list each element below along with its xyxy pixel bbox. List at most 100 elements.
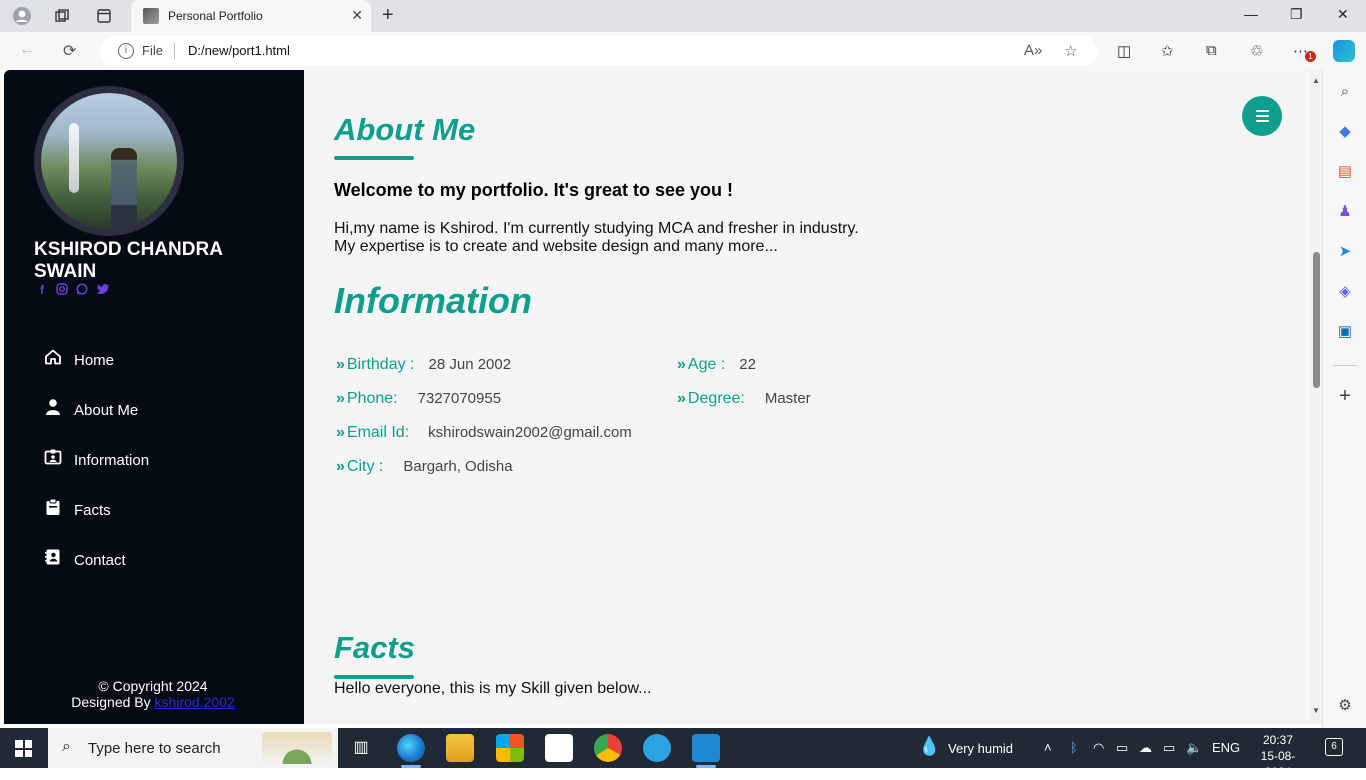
instagram-icon[interactable] — [56, 283, 68, 298]
weather-drop-icon[interactable]: 💧 — [918, 736, 940, 757]
games-icon[interactable]: ♟ — [1335, 202, 1355, 222]
whatsapp-icon[interactable] — [76, 283, 88, 298]
info-row-degree: » Degree: Master — [677, 390, 811, 408]
address-bar[interactable]: i File D:/new/port1.html A» ☆ — [100, 36, 1097, 66]
info-value-degree: Master — [764, 390, 811, 407]
notification-center-icon[interactable]: 6 — [1325, 738, 1343, 756]
windows-start-icon[interactable] — [15, 740, 32, 757]
favorite-star-icon[interactable]: ☆ — [1064, 42, 1077, 60]
intro-line-2: My expertise is to create and website de… — [334, 238, 778, 255]
weather-text[interactable]: Very humid — [948, 741, 1013, 756]
extension-icon[interactable]: ♲ — [1250, 42, 1263, 60]
menu-toggle-button[interactable] — [1242, 96, 1282, 136]
battery-icon[interactable]: ▭ — [1163, 740, 1175, 756]
taskbar-search-placeholder: Type here to search — [88, 740, 221, 757]
nav-label-home: Home — [74, 352, 115, 369]
vscode-icon[interactable] — [692, 734, 720, 762]
language-indicator[interactable]: ENG — [1212, 740, 1240, 755]
show-hidden-icons-icon[interactable]: ˄ — [1044, 740, 1052, 755]
profile-icon[interactable] — [11, 5, 33, 27]
info-value-age: 22 — [739, 356, 756, 373]
facts-text: Hello everyone, this is my Skill given b… — [334, 680, 652, 697]
favorites-icon[interactable]: ✩ — [1161, 42, 1174, 60]
new-tab-icon[interactable]: + — [382, 4, 394, 27]
system-clock[interactable]: 20:37 15-08-2024 — [1252, 732, 1304, 780]
info-key-age: Age : — [687, 356, 726, 373]
camera-icon[interactable]: ▭ — [1116, 740, 1128, 756]
scroll-down-arrow-icon[interactable]: ▼ — [1312, 706, 1320, 715]
tab-personal-portfolio[interactable]: Personal Portfolio ✕ — [131, 0, 371, 32]
bluetooth-icon[interactable]: ᛒ — [1070, 740, 1078, 755]
search-icon[interactable]: ⌕ — [1335, 82, 1355, 102]
back-icon[interactable]: ← — [19, 41, 35, 59]
info-row-birthday: » Birthday : 28 Jun 2002 — [336, 356, 511, 374]
copilot-icon[interactable] — [1333, 40, 1355, 62]
read-aloud-icon[interactable]: A» — [1024, 42, 1042, 59]
nav-item-home[interactable]: Home — [44, 346, 274, 396]
office-icon[interactable]: ◈ — [1335, 282, 1355, 302]
info-value-email: kshirodswain2002@gmail.com — [428, 424, 632, 441]
info-key-email: Email Id: — [346, 424, 410, 441]
nav-item-contact[interactable]: Contact — [44, 546, 274, 596]
volume-icon[interactable]: 🔈 — [1186, 740, 1202, 756]
intro-line-1: Hi,my name is Kshirod. I'm currently stu… — [334, 220, 859, 237]
clipboard-icon — [44, 498, 62, 516]
avatar — [34, 86, 184, 236]
address-book-icon — [44, 548, 62, 566]
tab-actions-icon[interactable] — [93, 5, 115, 27]
double-chevron-icon: » — [336, 424, 345, 441]
send-icon[interactable]: ➤ — [1335, 242, 1355, 262]
photo-person — [111, 148, 137, 229]
shopping-tag-icon[interactable]: ◆ — [1335, 122, 1355, 142]
nav-item-information[interactable]: Information — [44, 446, 274, 496]
settings-gear-icon[interactable]: ⚙ — [1335, 696, 1355, 716]
mail-icon[interactable] — [545, 734, 573, 762]
collections-icon[interactable]: ⧉ — [1206, 42, 1217, 59]
outlook-icon[interactable]: ▣ — [1335, 322, 1355, 342]
edge-browser-icon[interactable] — [397, 734, 425, 762]
add-icon[interactable]: + — [1335, 386, 1355, 406]
main-content: About Me Welcome to my portfolio. It's g… — [334, 70, 1304, 724]
microsoft-store-icon[interactable] — [496, 734, 524, 762]
cloud-icon[interactable]: ☁ — [1139, 740, 1152, 756]
minimize-icon[interactable]: — — [1244, 6, 1258, 22]
refresh-icon[interactable]: ⟳ — [63, 41, 76, 61]
info-icon[interactable]: i — [118, 43, 134, 59]
workspaces-icon[interactable] — [51, 5, 73, 27]
about-underline — [334, 156, 414, 160]
file-explorer-icon[interactable] — [446, 734, 474, 762]
close-window-icon[interactable]: ✕ — [1337, 6, 1349, 23]
nav-label-contact: Contact — [74, 552, 126, 569]
browser-tab-bar: Personal Portfolio ✕ + — ❐ ✕ — [0, 0, 1366, 32]
page-viewport: KSHIROD CHANDRA SWAIN f Home About Me In… — [4, 70, 1322, 724]
facebook-icon[interactable]: f — [36, 283, 48, 298]
double-chevron-icon: » — [336, 458, 345, 475]
facts-heading: Facts — [334, 630, 415, 665]
search-icon: ⌕ — [62, 738, 71, 755]
task-view-icon[interactable]: ▥ — [347, 734, 375, 762]
scroll-thumb[interactable] — [1313, 252, 1320, 388]
scroll-up-arrow-icon[interactable]: ▲ — [1312, 76, 1320, 85]
home-icon — [44, 348, 62, 366]
wifi-icon[interactable]: ◠ — [1093, 740, 1104, 756]
telegram-icon[interactable] — [643, 734, 671, 762]
twitter-icon[interactable] — [96, 283, 110, 298]
information-heading: Information — [334, 280, 532, 321]
nav-item-facts[interactable]: Facts — [44, 496, 274, 546]
close-tab-icon[interactable]: ✕ — [351, 7, 363, 24]
nav-item-about-me[interactable]: About Me — [44, 396, 274, 446]
designer-link[interactable]: kshirod.2002 — [155, 694, 235, 710]
hamburger-icon — [1255, 110, 1269, 112]
tab-favicon — [143, 8, 159, 24]
about-heading: About Me — [334, 112, 476, 147]
page-scrollbar[interactable]: ▲ ▼ — [1310, 70, 1322, 724]
split-screen-icon[interactable]: ◫ — [1117, 42, 1131, 60]
search-highlight-image — [262, 732, 332, 764]
taskbar-search-box[interactable]: ⌕ Type here to search — [48, 728, 338, 768]
facts-underline — [334, 675, 414, 679]
tools-icon[interactable]: ▤ — [1335, 162, 1355, 182]
nav-label-about-me: About Me — [74, 402, 139, 419]
restore-icon[interactable]: ❐ — [1290, 6, 1303, 23]
url-text[interactable]: D:/new/port1.html — [188, 43, 290, 58]
chrome-icon[interactable] — [594, 734, 622, 762]
